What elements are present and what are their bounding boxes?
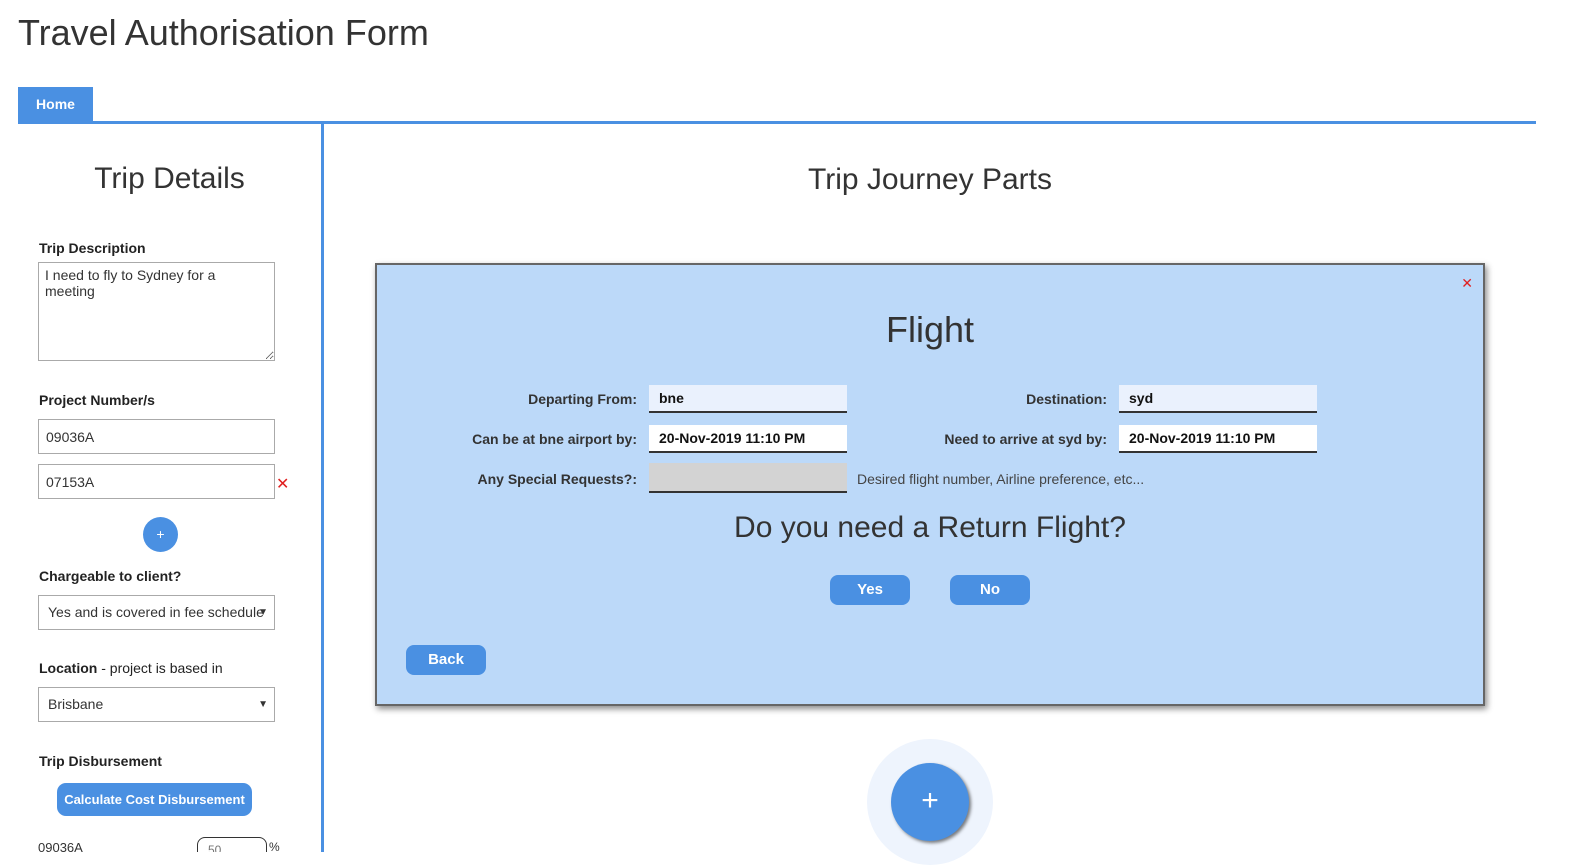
return-flight-question: Do you need a Return Flight? bbox=[734, 511, 1126, 544]
special-requests-input[interactable] bbox=[649, 463, 847, 493]
project-number-input-2[interactable] bbox=[38, 464, 275, 499]
trip-disbursement-label: Trip Disbursement bbox=[39, 753, 162, 769]
location-label: Location - project is based in bbox=[39, 660, 223, 676]
special-requests-hint: Desired flight number, Airline preferenc… bbox=[857, 471, 1145, 487]
airport-by-input[interactable] bbox=[649, 425, 847, 453]
project-number-input-1[interactable] bbox=[38, 419, 275, 454]
departing-from-input[interactable] bbox=[649, 385, 847, 413]
remove-project-icon[interactable]: ✕ bbox=[276, 474, 289, 494]
arrive-by-label: Need to arrive at syd by: bbox=[944, 431, 1107, 447]
trip-details-title: Trip Details bbox=[94, 162, 245, 195]
airport-by-label: Can be at bne airport by: bbox=[472, 431, 637, 447]
departing-from-label: Departing From: bbox=[528, 391, 637, 407]
chevron-down-icon: ▼ bbox=[258, 607, 268, 618]
destination-label: Destination: bbox=[1026, 391, 1107, 407]
location-select[interactable]: Brisbane ▼ bbox=[38, 687, 275, 722]
flight-card: ✕ Flight Departing From: Destination: Ca… bbox=[375, 263, 1485, 706]
return-no-button[interactable]: No bbox=[950, 575, 1030, 605]
return-yes-button[interactable]: Yes bbox=[830, 575, 910, 605]
project-numbers-label: Project Number/s bbox=[39, 392, 155, 408]
arrive-by-input[interactable] bbox=[1119, 425, 1317, 453]
chevron-down-icon: ▼ bbox=[258, 699, 268, 710]
add-project-button[interactable]: + bbox=[143, 517, 178, 552]
percent-unit: % bbox=[269, 840, 280, 852]
chargeable-label: Chargeable to client? bbox=[39, 568, 182, 584]
close-icon[interactable]: ✕ bbox=[1461, 275, 1473, 292]
disbursement-percent-input[interactable] bbox=[197, 837, 267, 852]
disbursement-project-code: 09036A bbox=[38, 840, 83, 852]
destination-input[interactable] bbox=[1119, 385, 1317, 413]
flight-title: Flight bbox=[885, 309, 975, 350]
trip-details-panel: Trip Details Trip Description I need to … bbox=[18, 124, 324, 852]
back-button[interactable]: Back bbox=[406, 645, 486, 675]
tab-bar: Home bbox=[18, 87, 1536, 124]
location-sublabel: - project is based in bbox=[97, 660, 223, 676]
trip-description-field[interactable]: I need to fly to Sydney for a meeting bbox=[38, 262, 275, 361]
chargeable-select[interactable]: Yes and is covered in fee schedule ▼ bbox=[38, 595, 275, 630]
journey-parts-title: Trip Journey Parts bbox=[808, 163, 1052, 196]
calculate-disbursement-button[interactable]: Calculate Cost Disbursement bbox=[57, 783, 252, 816]
trip-description-label: Trip Description bbox=[39, 240, 146, 256]
page-title: Travel Authorisation Form bbox=[18, 12, 429, 53]
tab-home[interactable]: Home bbox=[18, 87, 93, 124]
location-label-text: Location bbox=[39, 660, 98, 676]
location-selected-value: Brisbane bbox=[48, 696, 104, 712]
add-journey-part-button[interactable]: + bbox=[891, 763, 969, 841]
special-requests-label: Any Special Requests?: bbox=[477, 471, 638, 487]
chargeable-selected-value: Yes and is covered in fee schedule bbox=[48, 604, 264, 620]
